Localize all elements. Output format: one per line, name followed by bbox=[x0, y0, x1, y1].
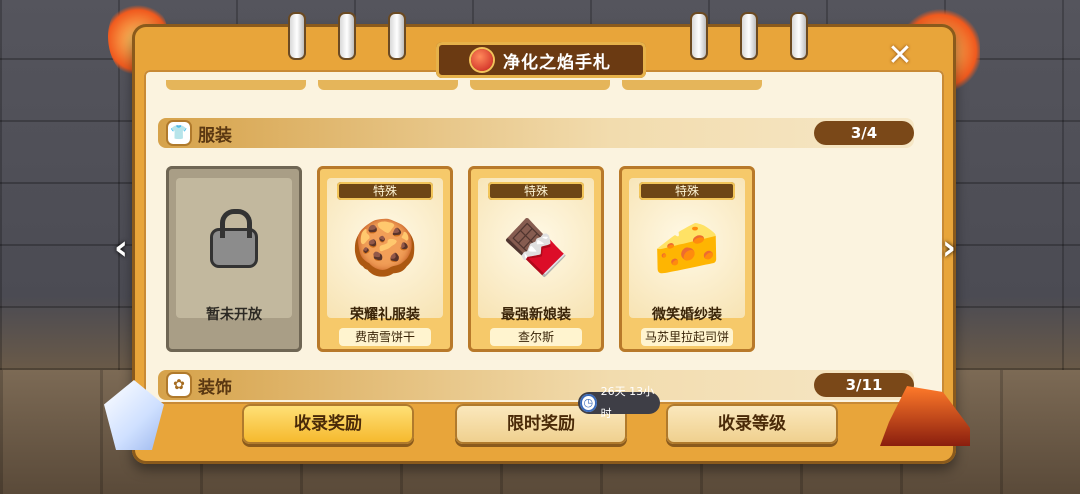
section-label: 装饰 bbox=[198, 377, 232, 398]
title-banner: 净化之焰手札 bbox=[436, 42, 646, 78]
section-count: 3/11 bbox=[814, 373, 914, 397]
close-icon: ✕ bbox=[887, 38, 913, 73]
page-title: 净化之焰手札 bbox=[503, 52, 611, 73]
rarity-tag: 特殊 bbox=[639, 182, 735, 200]
binder-ring bbox=[740, 12, 758, 60]
lock-icon bbox=[213, 209, 255, 265]
costume-card[interactable]: 🍫 特殊 最强新娘装 查尔斯 bbox=[468, 166, 604, 352]
next-page-button[interactable]: › bbox=[942, 228, 956, 268]
flower-icon: ✿ bbox=[168, 374, 190, 396]
card-name: 微笑婚纱装 bbox=[652, 307, 722, 323]
binder-ring bbox=[388, 12, 406, 60]
binder-ring bbox=[338, 12, 356, 60]
limited-timer-badge: ◷ 26天 13小时 bbox=[578, 385, 660, 420]
section-header-costume: 👕 服装 3/4 bbox=[158, 118, 914, 148]
costume-card[interactable]: 🍪 特殊 荣耀礼服装 费南雪饼干 bbox=[317, 166, 453, 352]
costume-card-locked[interactable]: 暂未开放 bbox=[166, 166, 302, 352]
collect-reward-button[interactable]: 收录奖励 bbox=[242, 404, 414, 444]
binder-ring bbox=[288, 12, 306, 60]
section-label: 服装 bbox=[198, 125, 232, 146]
card-name: 最强新娘装 bbox=[501, 307, 571, 323]
cookie-costume-icon: 🍪 bbox=[351, 216, 419, 279]
costume-card[interactable]: 🧀 特殊 微笑婚纱装 马苏里拉起司饼 bbox=[619, 166, 755, 352]
card-owner: 费南雪饼干 bbox=[339, 328, 431, 346]
rarity-tag: 特殊 bbox=[488, 182, 584, 200]
binder-ring bbox=[690, 12, 708, 60]
card-name: 暂未开放 bbox=[206, 307, 262, 323]
binder-ring bbox=[790, 12, 808, 60]
shirt-icon: 👕 bbox=[168, 122, 190, 144]
timer-text: 26天 13小时 bbox=[600, 385, 655, 420]
collect-level-button[interactable]: 收录等级 bbox=[666, 404, 838, 444]
clock-icon: ◷ bbox=[580, 394, 597, 412]
card-art bbox=[176, 178, 292, 318]
section-header-decoration: ✿ 装饰 3/11 bbox=[158, 370, 914, 400]
cookie-costume-icon: 🍫 bbox=[502, 216, 570, 279]
section-count: 3/4 bbox=[814, 121, 914, 145]
card-name: 荣耀礼服装 bbox=[350, 307, 420, 323]
heart-icon bbox=[471, 49, 493, 71]
cookie-costume-icon: 🧀 bbox=[653, 216, 721, 279]
prev-page-button[interactable]: ‹ bbox=[114, 228, 128, 268]
card-owner: 马苏里拉起司饼 bbox=[641, 328, 733, 346]
card-owner: 查尔斯 bbox=[490, 328, 582, 346]
rarity-tag: 特殊 bbox=[337, 182, 433, 200]
close-button[interactable]: ✕ bbox=[884, 40, 916, 72]
